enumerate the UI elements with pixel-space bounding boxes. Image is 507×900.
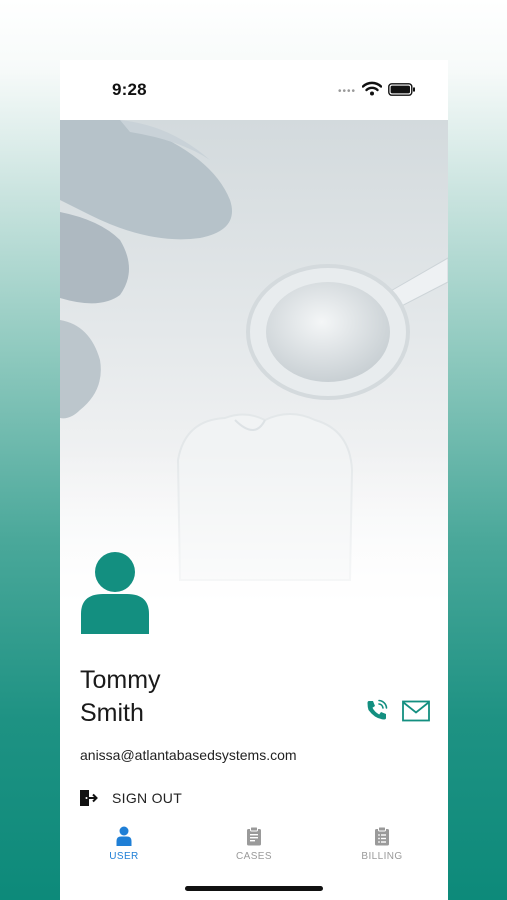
tab-bar: USER CASES BILLING <box>60 816 448 900</box>
phone-screen: 9:28 •••• Tommy Smith anissa@atlantabase… <box>60 60 448 900</box>
tab-user[interactable]: USER <box>74 826 174 870</box>
user-icon <box>116 826 132 846</box>
phone-icon[interactable] <box>365 698 389 722</box>
status-time: 9:28 <box>112 80 147 99</box>
mail-icon[interactable] <box>402 700 430 722</box>
billing-icon <box>375 826 389 846</box>
tab-user-label: USER <box>109 851 139 862</box>
home-indicator[interactable] <box>185 886 323 891</box>
user-name: Tommy Smith <box>80 664 161 730</box>
user-first-name: Tommy <box>80 666 161 694</box>
clipboard-icon <box>247 826 261 846</box>
tab-billing-label: BILLING <box>361 851 403 862</box>
sign-out-button[interactable]: SIGN OUT <box>78 786 182 810</box>
user-last-name: Smith <box>80 699 144 727</box>
tab-billing[interactable]: BILLING <box>332 826 432 870</box>
sign-out-icon <box>80 790 98 806</box>
user-avatar-icon <box>81 552 149 634</box>
battery-icon <box>388 83 415 96</box>
tab-cases[interactable]: CASES <box>204 826 304 870</box>
signal-dots-icon: •••• <box>338 86 357 97</box>
tab-cases-label: CASES <box>236 851 272 862</box>
user-email: anissa@atlantabasedsystems.com <box>80 747 297 763</box>
status-bar: 9:28 •••• <box>60 60 448 120</box>
sign-out-label: SIGN OUT <box>112 790 183 806</box>
wifi-icon <box>362 81 382 96</box>
